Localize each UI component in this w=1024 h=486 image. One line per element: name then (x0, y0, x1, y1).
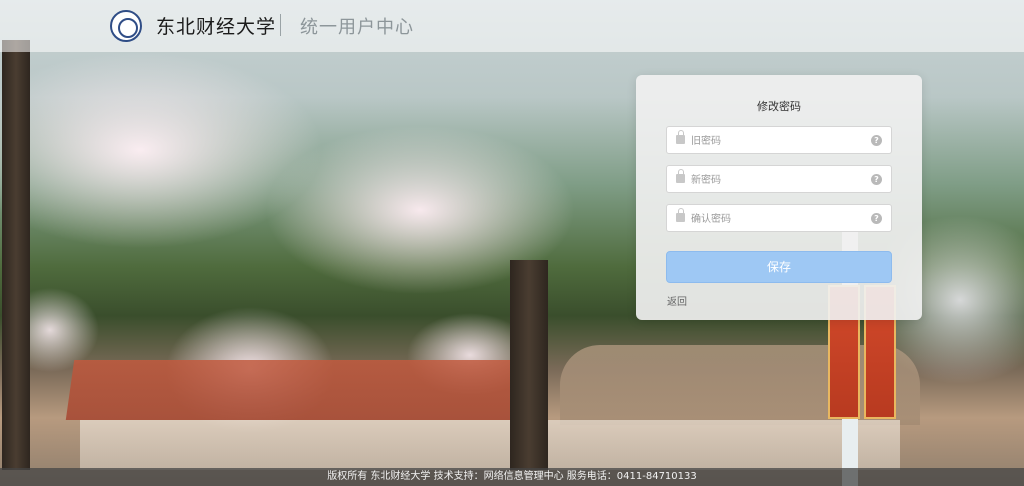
background-wall (80, 420, 900, 470)
save-button[interactable]: 保存 (666, 251, 892, 283)
school-name: 东北财经大学 (156, 16, 277, 38)
confirm-password-field[interactable]: ? (666, 204, 892, 232)
footer-copyright: 版权所有 东北财经大学 技术支持：网络信息管理中心 服务电话：0411-8471… (0, 468, 1024, 486)
university-seal-icon (110, 10, 142, 42)
question-icon[interactable]: ? (871, 213, 882, 224)
confirm-password-input[interactable] (689, 209, 863, 229)
new-password-input[interactable] (689, 170, 863, 190)
back-link[interactable]: 返回 (667, 293, 687, 308)
old-password-input[interactable] (689, 131, 863, 151)
lock-icon (676, 130, 685, 144)
header-divider (280, 14, 281, 36)
background-roof (65, 360, 545, 420)
panel-title: 修改密码 (757, 100, 801, 113)
change-password-panel: 修改密码 ? ? ? 保存 返回 (636, 75, 922, 320)
old-password-field[interactable]: ? (666, 126, 892, 154)
background-tree-trunk-left (2, 40, 30, 470)
lock-icon (676, 169, 685, 183)
header-bar: 东北财经大学 统一用户中心 (0, 0, 1024, 52)
question-icon[interactable]: ? (871, 135, 882, 146)
system-name: 统一用户中心 (300, 17, 414, 38)
new-password-field[interactable]: ? (666, 165, 892, 193)
lock-icon (676, 208, 685, 222)
background-tree-trunk (510, 260, 548, 470)
question-icon[interactable]: ? (871, 174, 882, 185)
